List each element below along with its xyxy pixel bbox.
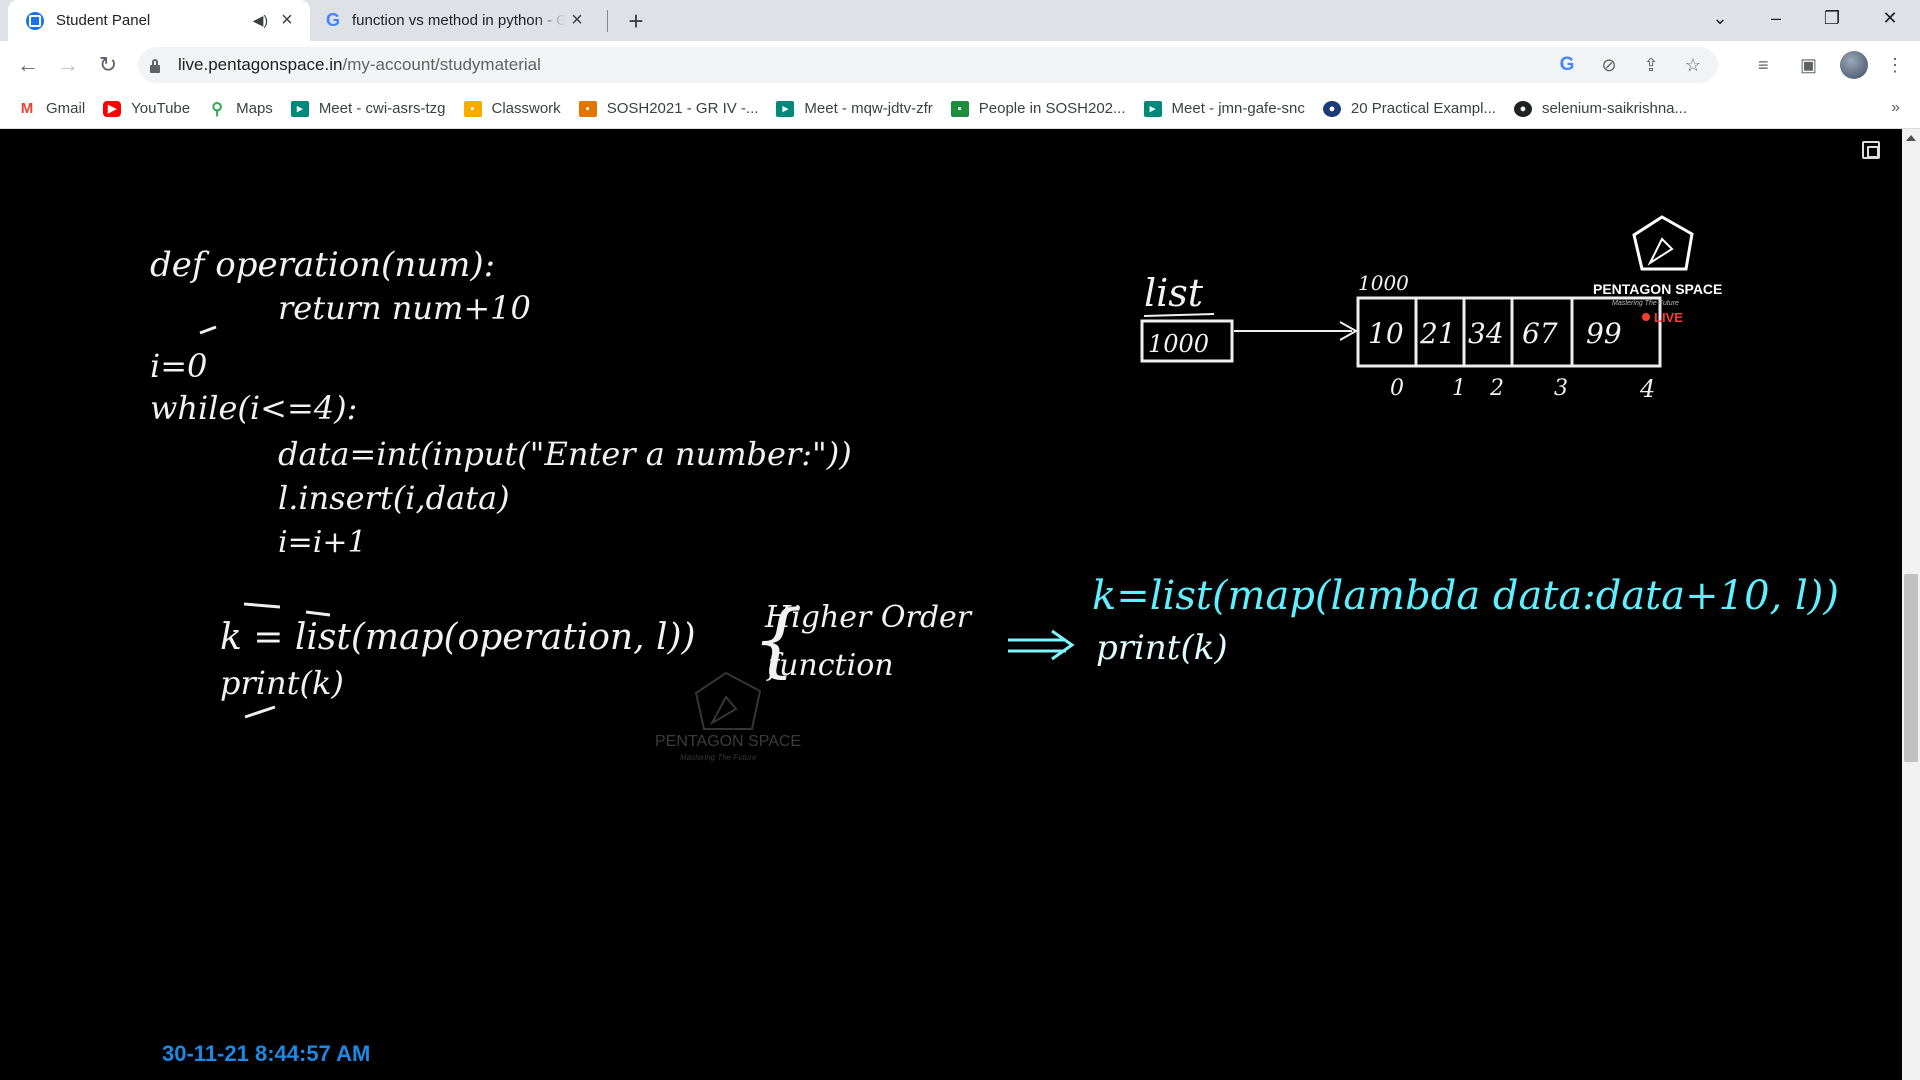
list-address: 1000 bbox=[1358, 271, 1409, 295]
back-button[interactable]: ← bbox=[10, 47, 46, 83]
bookmark-star-icon[interactable]: ☆ bbox=[1682, 54, 1704, 76]
list-value-4: 99 bbox=[1586, 317, 1622, 350]
maps-icon: ⚲ bbox=[208, 100, 227, 118]
close-window-button[interactable]: ✕ bbox=[1862, 0, 1918, 36]
whiteboard: def operation(num): return num+10 i=0 wh… bbox=[150, 215, 1839, 762]
live-dot-icon bbox=[1642, 313, 1650, 321]
github-icon: ● bbox=[1513, 100, 1532, 117]
tab-strip: Student Panel ◀) × G function vs method … bbox=[0, 0, 1920, 41]
tab-student-panel[interactable]: Student Panel ◀) × bbox=[8, 0, 310, 41]
bookmark-classwork[interactable]: ▪ Classwork bbox=[463, 100, 561, 117]
bookmark-practical-examples[interactable]: ● 20 Practical Exampl... bbox=[1322, 100, 1496, 117]
bookmark-meet-2[interactable]: ▸ Meet - mqw-jdtv-zfr bbox=[776, 100, 933, 117]
code-line-map: k = list(map(operation, l)) bbox=[220, 617, 696, 658]
list-value-3: 67 bbox=[1522, 317, 1558, 350]
list-index-0: 0 bbox=[1390, 376, 1404, 401]
browser-toolbar: ← → ↻ live.pentagonspace.in/my-account/s… bbox=[0, 41, 1920, 89]
side-panel-icon[interactable]: ▣ bbox=[1800, 47, 1817, 83]
bookmark-maps[interactable]: ⚲ Maps bbox=[208, 100, 273, 118]
tab-divider bbox=[607, 10, 608, 32]
code-line-init: i=0 bbox=[150, 347, 207, 385]
pentagon-space-logo: PENTAGON SPACE Mastering The Future LIVE bbox=[1593, 215, 1722, 325]
tab-search-icon[interactable]: ⌄ bbox=[1692, 0, 1748, 36]
code-line-print: print(k) bbox=[220, 664, 344, 702]
bookmark-people[interactable]: ▪ People in SOSH202... bbox=[950, 100, 1126, 117]
classroom-icon: ▪ bbox=[463, 100, 482, 117]
eye-off-icon[interactable]: ⊘ bbox=[1598, 54, 1620, 76]
bookmark-gmail[interactable]: M Gmail bbox=[18, 100, 85, 117]
bookmark-github[interactable]: ● selenium-saikrishna... bbox=[1513, 100, 1687, 117]
restore-button[interactable]: ❐ bbox=[1804, 0, 1860, 36]
minimize-button[interactable]: – bbox=[1748, 0, 1804, 36]
bookmark-meet-3[interactable]: ▸ Meet - jmn-gafe-snc bbox=[1143, 100, 1305, 117]
scroll-thumb[interactable] bbox=[1904, 574, 1918, 762]
new-tab-button[interactable]: + bbox=[620, 6, 652, 36]
more-bookmarks-icon[interactable]: » bbox=[1891, 99, 1900, 117]
address-bar[interactable]: live.pentagonspace.in/my-account/studyma… bbox=[138, 47, 1718, 83]
youtube-icon: ▶ bbox=[103, 100, 122, 117]
google-icon: G bbox=[326, 10, 341, 30]
note-higher-order: Higher Order bbox=[764, 600, 973, 635]
list-ref-value: 1000 bbox=[1148, 330, 1209, 358]
list-index-3: 3 bbox=[1554, 376, 1568, 401]
fullscreen-icon[interactable] bbox=[1862, 141, 1880, 159]
bookmark-sosh2021[interactable]: ▪ SOSH2021 - GR IV -... bbox=[578, 100, 758, 117]
tab-google-search[interactable]: G function vs method in python - G × bbox=[314, 0, 600, 41]
logo-name: PENTAGON SPACE bbox=[1593, 281, 1722, 297]
tab-title: Student Panel bbox=[56, 12, 151, 29]
meet-icon: ▸ bbox=[1143, 100, 1162, 117]
classroom-icon: ▪ bbox=[950, 100, 969, 117]
watermark: PENTAGON SPACE Mastering The Future bbox=[655, 671, 801, 762]
list-value-0: 10 bbox=[1368, 317, 1404, 350]
lock-icon[interactable] bbox=[150, 57, 164, 73]
media-control-icon[interactable]: ≡ bbox=[1758, 47, 1769, 83]
code-line-insert: l.insert(i,data) bbox=[278, 479, 510, 517]
meet-icon: ▸ bbox=[776, 100, 795, 117]
classroom-icon: ▪ bbox=[578, 100, 597, 117]
watermark-name: PENTAGON SPACE bbox=[655, 733, 801, 750]
list-index-1: 1 bbox=[1452, 376, 1466, 401]
bookmarks-bar: M Gmail ▶ YouTube ⚲ Maps ▸ Meet - cwi-asrs-t… bbox=[0, 89, 1920, 129]
code-line-def: def operation(num): bbox=[150, 245, 495, 285]
tab-title: function vs method in python - G bbox=[352, 12, 566, 29]
video-timestamp: 30-11-21 8:44:57 AM bbox=[162, 1041, 371, 1066]
scroll-up-arrow[interactable] bbox=[1906, 135, 1916, 141]
google-lens-icon[interactable]: G bbox=[1556, 54, 1578, 76]
code-line-return: return num+10 bbox=[278, 289, 531, 327]
menu-dots-icon[interactable]: ⋮ bbox=[1886, 47, 1904, 83]
pentagon-space-icon bbox=[26, 11, 44, 30]
speaker-icon[interactable]: ◀) bbox=[253, 12, 268, 29]
list-value-1: 21 bbox=[1419, 317, 1456, 350]
live-badge: LIVE bbox=[1654, 310, 1683, 325]
lambda-line-map: k=list(map(lambda data:data+10, l)) bbox=[1092, 573, 1839, 619]
profile-button[interactable] bbox=[1840, 47, 1868, 83]
list-index-4: 4 bbox=[1639, 375, 1655, 403]
forward-button[interactable]: → bbox=[50, 47, 86, 83]
list-cells: 10 21 34 67 99 bbox=[1356, 296, 1662, 368]
list-value-2: 34 bbox=[1468, 317, 1504, 350]
url-text[interactable]: live.pentagonspace.in/my-account/studyma… bbox=[178, 55, 541, 75]
list-indexes: 0 1 2 3 4 bbox=[1390, 375, 1655, 403]
gmail-icon: M bbox=[18, 100, 36, 117]
site-icon: ● bbox=[1322, 100, 1341, 117]
code-line-increment: i=i+1 bbox=[278, 525, 367, 560]
avatar bbox=[1840, 51, 1868, 79]
code-line-while: while(i<=4): bbox=[150, 389, 357, 427]
bookmark-youtube[interactable]: ▶ YouTube bbox=[103, 100, 190, 117]
meet-icon: ▸ bbox=[290, 100, 309, 117]
watermark-tagline: Mastering The Future bbox=[680, 753, 757, 762]
video-player[interactable]: def operation(num): return num+10 i=0 wh… bbox=[0, 129, 1902, 1080]
logo-tagline: Mastering The Future bbox=[1612, 300, 1679, 307]
list-label: list bbox=[1144, 271, 1204, 315]
note-function: function bbox=[766, 648, 894, 683]
share-icon[interactable]: ⇪ bbox=[1640, 54, 1662, 76]
close-tab-icon[interactable]: × bbox=[566, 9, 588, 32]
close-tab-icon[interactable]: × bbox=[276, 9, 298, 32]
list-index-2: 2 bbox=[1489, 376, 1504, 401]
lambda-line-print: print(k) bbox=[1096, 628, 1228, 668]
page-scrollbar[interactable] bbox=[1902, 129, 1920, 1080]
reload-button[interactable]: ↻ bbox=[90, 47, 126, 83]
bookmark-meet-1[interactable]: ▸ Meet - cwi-asrs-tzg bbox=[290, 100, 446, 117]
code-line-input: data=int(input("Enter a number:")) bbox=[278, 435, 852, 473]
